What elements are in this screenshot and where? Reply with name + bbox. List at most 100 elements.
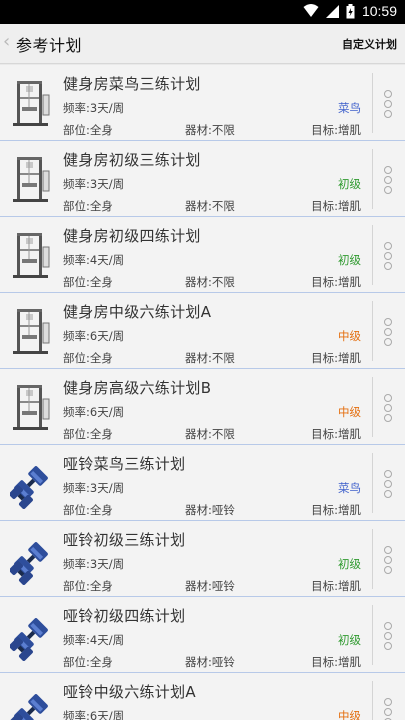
plan-body-part: 部位:全身 <box>63 275 113 289</box>
status-bar: 10:59 <box>0 0 405 24</box>
dumbbell-icon <box>9 542 48 585</box>
item-divider <box>372 453 373 513</box>
plan-goal: 目标:增肌 <box>311 351 361 365</box>
item-divider <box>372 377 373 437</box>
item-divider <box>372 149 373 209</box>
dumbbell-icon <box>9 466 48 509</box>
plan-list-item[interactable]: 健身房初级四练计划 频率:4天/周 初级 部位:全身 器材:不限 目标:增肌 <box>0 217 405 293</box>
gym-machine-icon <box>13 309 50 354</box>
plan-goal: 目标:增肌 <box>311 123 361 137</box>
plan-list-item[interactable]: 哑铃菜鸟三练计划 频率:3天/周 菜鸟 部位:全身 器材:哑铃 目标:增肌 <box>0 445 405 521</box>
plan-goal: 目标:增肌 <box>311 503 361 517</box>
plan-thumbnail <box>10 305 52 357</box>
item-divider <box>372 529 373 589</box>
plan-name: 哑铃初级三练计划 <box>63 531 186 549</box>
plan-thumbnail <box>9 457 52 509</box>
plan-name: 健身房中级六练计划A <box>63 303 212 321</box>
signal-icon <box>325 4 339 18</box>
gym-machine-icon <box>13 157 50 202</box>
plan-thumbnail <box>9 685 52 720</box>
plan-equipment: 器材:不限 <box>185 275 235 289</box>
plan-body-part: 部位:全身 <box>63 427 113 441</box>
plan-list-item[interactable]: 健身房初级三练计划 频率:3天/周 初级 部位:全身 器材:不限 目标:增肌 <box>0 141 405 217</box>
plan-level-badge: 中级 <box>338 329 361 343</box>
plan-thumbnail <box>10 77 52 129</box>
item-divider <box>372 301 373 361</box>
plan-list-item[interactable]: 健身房高级六练计划B 频率:6天/周 中级 部位:全身 器材:不限 目标:增肌 <box>0 369 405 445</box>
plan-name: 健身房初级三练计划 <box>63 151 201 169</box>
plan-name: 健身房高级六练计划B <box>63 379 212 397</box>
plan-goal: 目标:增肌 <box>311 427 361 441</box>
plan-level-badge: 菜鸟 <box>338 481 361 495</box>
plan-frequency: 频率:4天/周 <box>63 633 125 647</box>
plan-body-part: 部位:全身 <box>63 579 113 593</box>
plan-level-badge: 初级 <box>338 557 361 571</box>
plan-level-badge: 初级 <box>338 253 361 267</box>
plan-goal: 目标:增肌 <box>311 275 361 289</box>
plan-frequency: 频率:3天/周 <box>63 481 125 495</box>
plan-frequency: 频率:6天/周 <box>63 405 125 419</box>
plan-level-badge: 菜鸟 <box>338 101 361 115</box>
plan-thumbnail <box>9 609 52 661</box>
more-options-icon[interactable] <box>383 90 393 118</box>
plan-name: 哑铃菜鸟三练计划 <box>63 455 186 473</box>
plan-frequency: 频率:3天/周 <box>63 177 125 191</box>
more-options-icon[interactable] <box>383 318 393 346</box>
plan-name: 哑铃初级四练计划 <box>63 607 186 625</box>
chevron-left-icon[interactable]: ‹ <box>3 32 17 52</box>
more-options-icon[interactable] <box>383 470 393 498</box>
plan-equipment: 器材:哑铃 <box>185 503 235 517</box>
dumbbell-icon <box>9 694 48 720</box>
plan-body-part: 部位:全身 <box>63 655 113 669</box>
plan-level-badge: 中级 <box>338 709 361 720</box>
plan-list-item[interactable]: 哑铃中级六练计划A 频率:6天/周 中级 部位:全身 器材:哑铃 目标:增肌 <box>0 673 405 720</box>
plan-name: 健身房初级四练计划 <box>63 227 201 245</box>
plan-thumbnail <box>9 533 52 585</box>
plan-list[interactable]: 健身房菜鸟三练计划 频率:3天/周 菜鸟 部位:全身 器材:不限 目标:增肌 健… <box>0 65 405 720</box>
plan-equipment: 器材:不限 <box>185 351 235 365</box>
plan-name: 健身房菜鸟三练计划 <box>63 75 201 93</box>
plan-frequency: 频率:3天/周 <box>63 101 125 115</box>
plan-name: 哑铃中级六练计划A <box>63 683 196 701</box>
item-divider <box>372 681 373 720</box>
plan-body-part: 部位:全身 <box>63 351 113 365</box>
plan-frequency: 频率:6天/周 <box>63 709 125 720</box>
more-options-icon[interactable] <box>383 166 393 194</box>
plan-goal: 目标:增肌 <box>311 655 361 669</box>
plan-thumbnail <box>10 381 52 433</box>
plan-equipment: 器材:哑铃 <box>185 579 235 593</box>
battery-icon <box>346 3 355 18</box>
more-options-icon[interactable] <box>383 698 393 720</box>
plan-list-item[interactable]: 健身房菜鸟三练计划 频率:3天/周 菜鸟 部位:全身 器材:不限 目标:增肌 <box>0 65 405 141</box>
plan-body-part: 部位:全身 <box>63 503 113 517</box>
more-options-icon[interactable] <box>383 546 393 574</box>
item-divider <box>372 73 373 133</box>
gym-machine-icon <box>13 81 50 126</box>
gym-machine-icon <box>13 385 50 430</box>
plan-equipment: 器材:不限 <box>185 123 235 137</box>
plan-frequency: 频率:4天/周 <box>63 253 125 267</box>
plan-goal: 目标:增肌 <box>311 199 361 213</box>
plan-level-badge: 中级 <box>338 405 361 419</box>
wifi-icon <box>303 4 319 17</box>
plan-level-badge: 初级 <box>338 633 361 647</box>
plan-level-badge: 初级 <box>338 177 361 191</box>
item-divider <box>372 605 373 665</box>
plan-body-part: 部位:全身 <box>63 123 113 137</box>
plan-list-item[interactable]: 哑铃初级四练计划 频率:4天/周 初级 部位:全身 器材:哑铃 目标:增肌 <box>0 597 405 673</box>
more-options-icon[interactable] <box>383 622 393 650</box>
custom-plan-button[interactable]: 自定义计划 <box>342 36 397 52</box>
dumbbell-icon <box>9 618 48 661</box>
plan-thumbnail <box>10 229 52 281</box>
plan-frequency: 频率:3天/周 <box>63 557 125 571</box>
item-divider <box>372 225 373 285</box>
more-options-icon[interactable] <box>383 394 393 422</box>
plan-body-part: 部位:全身 <box>63 199 113 213</box>
plan-equipment: 器材:不限 <box>185 427 235 441</box>
plan-goal: 目标:增肌 <box>311 579 361 593</box>
plan-list-item[interactable]: 健身房中级六练计划A 频率:6天/周 中级 部位:全身 器材:不限 目标:增肌 <box>0 293 405 369</box>
plan-list-item[interactable]: 哑铃初级三练计划 频率:3天/周 初级 部位:全身 器材:哑铃 目标:增肌 <box>0 521 405 597</box>
clock: 10:59 <box>361 3 397 19</box>
gym-machine-icon <box>13 233 50 278</box>
more-options-icon[interactable] <box>383 242 393 270</box>
